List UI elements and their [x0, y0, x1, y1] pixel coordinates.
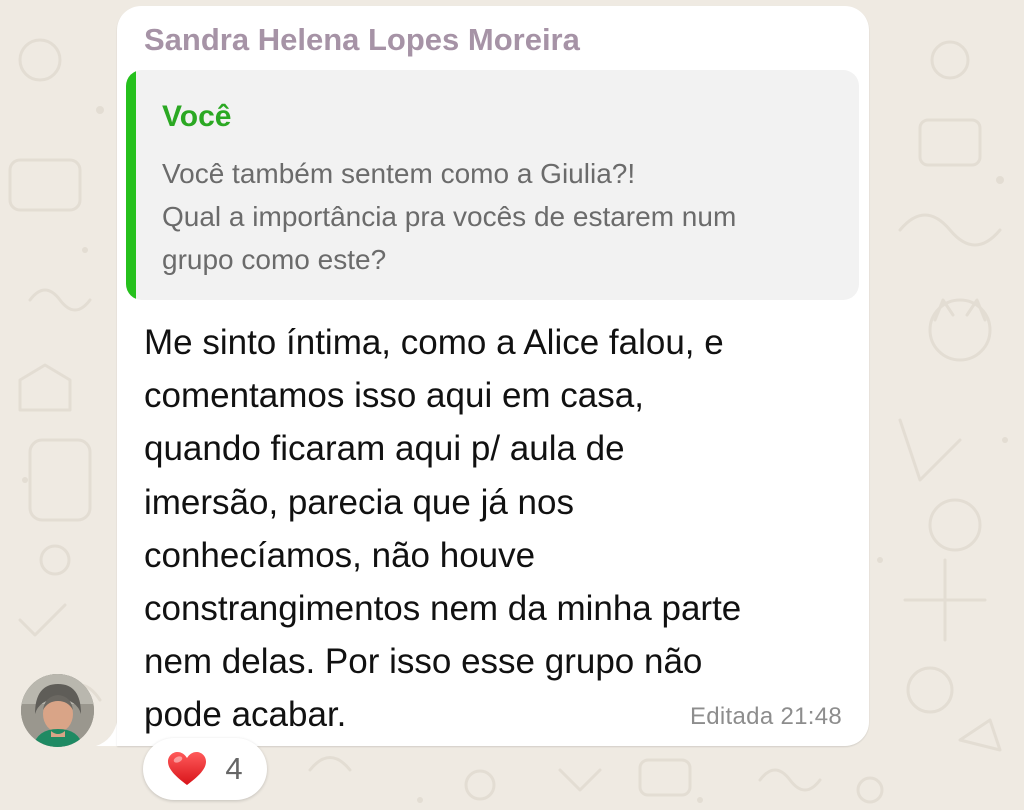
message-line: comentamos isso aqui em casa,	[144, 376, 644, 416]
message-line: nem delas. Por isso esse grupo não	[144, 642, 703, 682]
message-line: conhecíamos, não houve	[144, 535, 536, 575]
quoted-author: Você	[162, 100, 232, 133]
message-meta: Editada 21:48	[690, 703, 842, 731]
quoted-text-line: grupo como este?	[162, 244, 387, 275]
message-line: constrangimentos nem da minha parte	[144, 589, 742, 629]
message-line: Me sinto íntima, como a Alice falou, e	[144, 323, 724, 362]
red-heart-icon	[168, 752, 207, 785]
sender-name[interactable]: Sandra Helena Lopes Moreira	[144, 22, 580, 58]
message-body: Me sinto íntima, como a Alice falou, e c…	[144, 316, 864, 742]
message-line: imersão, parecia que já nos	[144, 482, 574, 522]
quoted-message[interactable]: Você Você também sentem como a Giulia?! …	[126, 70, 859, 300]
message-line: quando ficaram aqui p/ aula de	[144, 429, 625, 469]
message-bubble[interactable]: Sandra Helena Lopes Moreira Você Você ta…	[117, 6, 869, 746]
message-time: 21:48	[780, 703, 842, 730]
sender-avatar[interactable]	[21, 674, 94, 747]
quote-accent-bar	[126, 70, 136, 300]
edited-label: Editada	[689, 703, 774, 730]
quoted-text: Você também sentem como a Giulia?! Qual …	[162, 152, 852, 281]
reaction-count: 4	[225, 751, 243, 786]
reaction-pill[interactable]: 4	[143, 738, 267, 800]
quoted-text-line: Qual a importância pra vocês de estarem …	[162, 201, 737, 232]
quoted-text-line: Você também sentem como a Giulia?!	[162, 158, 636, 189]
